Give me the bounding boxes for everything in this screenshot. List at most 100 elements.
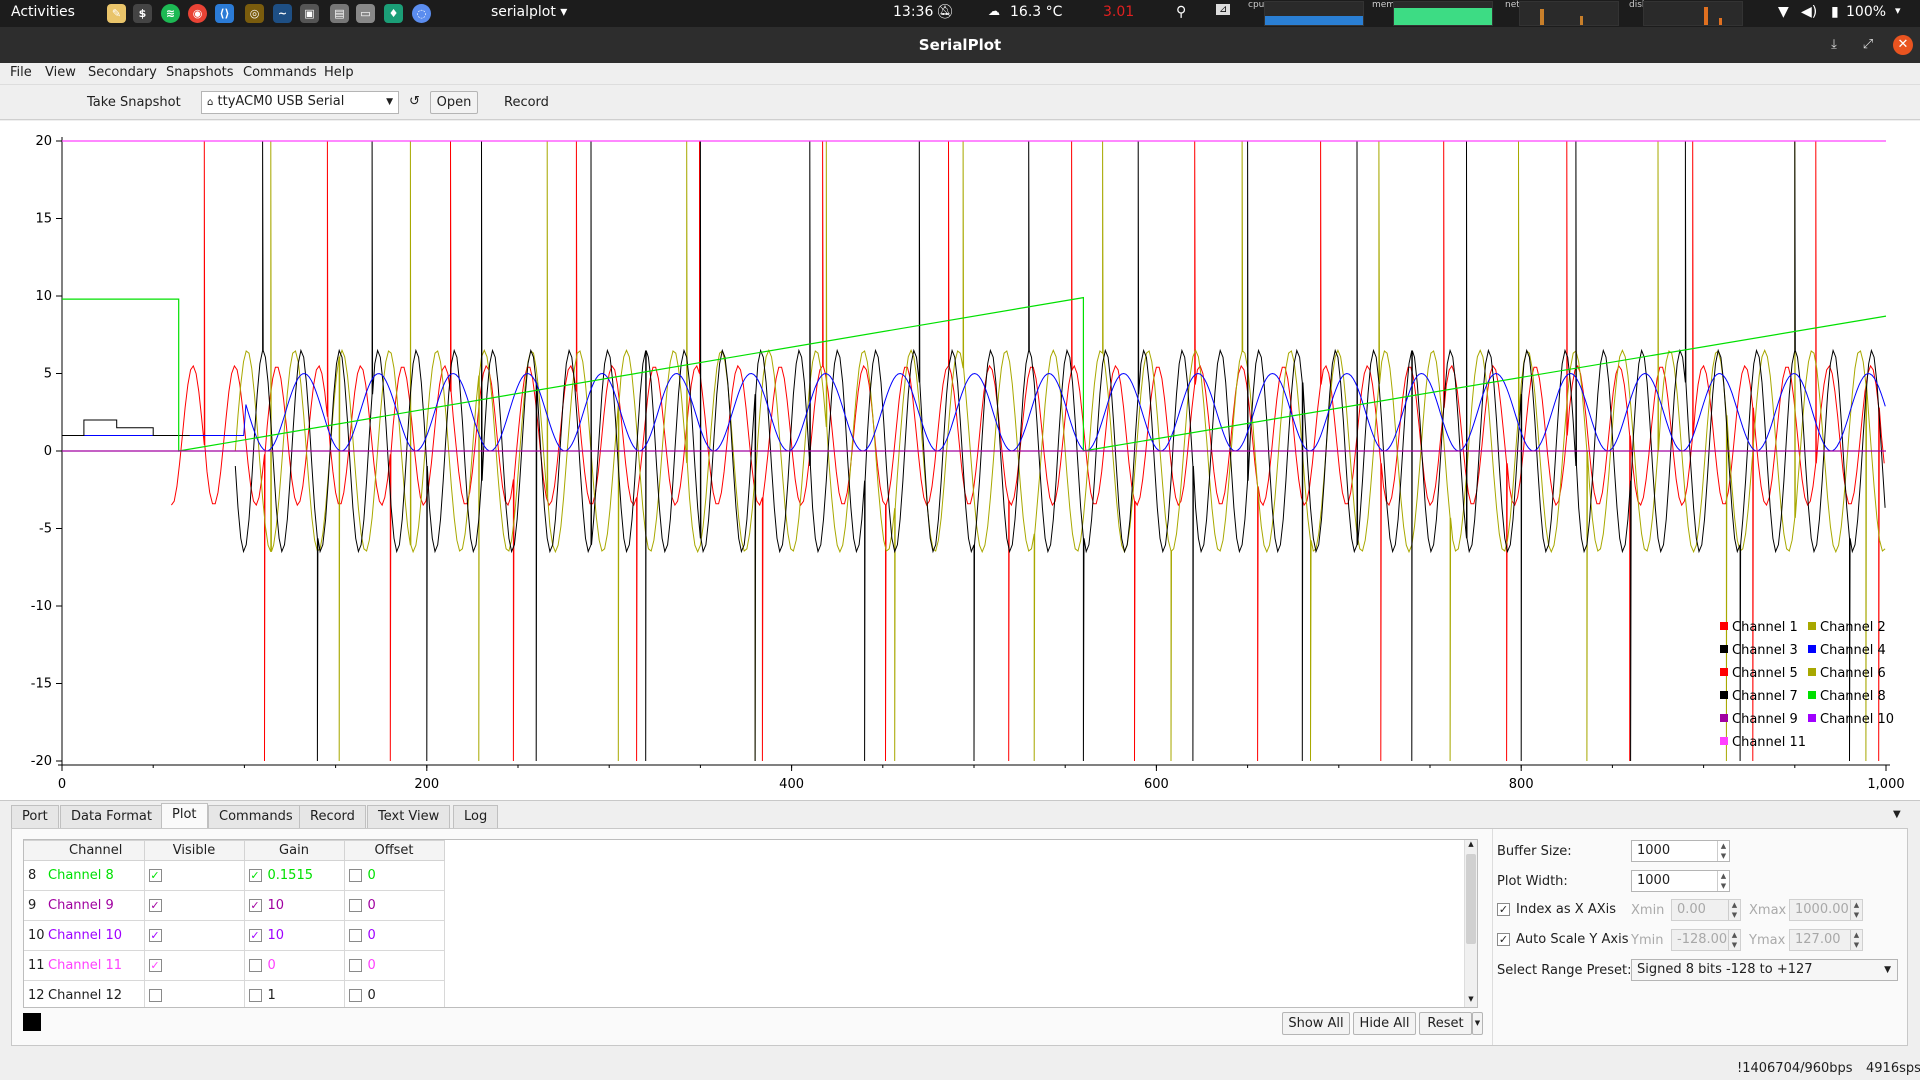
close-icon[interactable]: ✕ bbox=[1893, 35, 1913, 55]
tab-data-format[interactable]: Data Format bbox=[60, 805, 163, 829]
visible-checkbox[interactable]: ✓ bbox=[148, 899, 162, 912]
menu-file[interactable]: File bbox=[10, 65, 32, 80]
tab-port[interactable]: Port bbox=[11, 805, 59, 829]
gain-value[interactable]: 1 bbox=[268, 988, 276, 1003]
table-row[interactable]: 12 Channel 12 1 0 bbox=[24, 980, 445, 1007]
menu-snapshots[interactable]: Snapshots bbox=[166, 65, 234, 80]
tab-plot[interactable]: Plot bbox=[161, 803, 208, 830]
gain-value[interactable]: 0 bbox=[268, 958, 276, 973]
weather[interactable]: 16.3 °C bbox=[1010, 4, 1062, 20]
gain-value[interactable]: 10 bbox=[268, 898, 285, 913]
net-graph[interactable] bbox=[1519, 1, 1619, 26]
open-button[interactable]: Open bbox=[430, 91, 478, 114]
offset-checkbox[interactable] bbox=[348, 959, 362, 972]
vscode-app-icon[interactable]: ⟨⟩ bbox=[215, 4, 234, 23]
tab-record[interactable]: Record bbox=[299, 805, 366, 829]
menu-view[interactable]: View bbox=[45, 65, 76, 80]
app-menu[interactable]: serialplot ▾ bbox=[491, 4, 567, 20]
maximize-icon[interactable]: ⤢ bbox=[1858, 35, 1878, 55]
cpu-graph[interactable] bbox=[1264, 1, 1364, 26]
offset-checkbox[interactable] bbox=[348, 899, 362, 912]
gain-value[interactable]: 0.1515 bbox=[268, 868, 314, 883]
autoscale-y-checkbox[interactable]: ✓ Auto Scale Y Axis bbox=[1497, 932, 1628, 947]
index-x-checkbox[interactable]: ✓ Index as X AXis bbox=[1497, 902, 1616, 917]
header-channel[interactable]: Channel bbox=[69, 843, 123, 858]
tab-commands[interactable]: Commands bbox=[208, 805, 304, 829]
header-offset[interactable]: Offset bbox=[343, 840, 445, 861]
take-snapshot-button[interactable]: Take Snapshot bbox=[87, 95, 181, 110]
scroll-up-icon[interactable]: ▲ bbox=[1465, 840, 1477, 852]
gain-checkbox[interactable]: ✓ bbox=[248, 899, 262, 912]
plot-area[interactable]: 20 15 10 5 0 -5 -10 -15 -20 0 200 400 600 800 1,000 Cha… bbox=[0, 121, 1920, 801]
ymin-input[interactable]: -128.00 ▲ ▼ bbox=[1671, 929, 1741, 951]
gain-value[interactable]: 10 bbox=[268, 928, 285, 943]
table-row[interactable]: 10 Channel 10 ✓ ✓ 10 0 bbox=[24, 920, 445, 951]
wifi-icon[interactable]: ▼ bbox=[1778, 4, 1789, 20]
scrollbar-thumb[interactable] bbox=[1466, 854, 1476, 944]
channel-name[interactable]: Channel 12 bbox=[48, 988, 122, 1003]
channel-name[interactable]: Channel 8 bbox=[48, 868, 114, 883]
scroll-down-icon[interactable]: ▼ bbox=[1465, 995, 1477, 1007]
menu-commands[interactable]: Commands bbox=[243, 65, 317, 80]
gain-checkbox[interactable]: ✓ bbox=[248, 929, 262, 942]
system-menu-chevron-icon[interactable]: ▾ bbox=[1895, 4, 1901, 17]
header-visible[interactable]: Visible bbox=[143, 840, 245, 861]
clock[interactable]: 13:36 bbox=[893, 4, 933, 20]
mem-graph[interactable] bbox=[1393, 1, 1493, 26]
visible-checkbox[interactable]: ✓ bbox=[148, 869, 162, 882]
visible-checkbox[interactable]: ✓ bbox=[148, 959, 162, 972]
monitor-app-icon[interactable]: ▣ bbox=[300, 4, 319, 23]
xmax-input[interactable]: 1000.00 ▲ ▼ bbox=[1789, 899, 1863, 921]
minimize-icon[interactable]: ⤓ bbox=[1824, 35, 1844, 55]
reset-menu-chevron-icon[interactable]: ▼ bbox=[1472, 1012, 1483, 1035]
menu-help[interactable]: Help bbox=[324, 65, 354, 80]
offset-value[interactable]: 0 bbox=[368, 928, 376, 943]
offset-checkbox[interactable] bbox=[348, 929, 362, 942]
offset-value[interactable]: 0 bbox=[368, 958, 376, 973]
port-select[interactable]: ⌂ ttyACM0 USB Serial ▼ bbox=[201, 91, 399, 114]
app-icon[interactable]: ~ bbox=[273, 4, 292, 23]
tab-text-view[interactable]: Text View bbox=[367, 805, 451, 829]
offset-value[interactable]: 0 bbox=[368, 868, 376, 883]
app-icon[interactable]: ♦ bbox=[384, 4, 403, 23]
activities-button[interactable]: Activities bbox=[11, 4, 75, 20]
notes-app-icon[interactable]: ✎ bbox=[107, 4, 126, 23]
buffer-size-input[interactable]: 1000 ▲ ▼ bbox=[1631, 840, 1730, 862]
color-swatch-button[interactable] bbox=[23, 1013, 41, 1031]
visible-checkbox[interactable] bbox=[148, 989, 162, 1002]
ymax-input[interactable]: 127.00 ▲ ▼ bbox=[1789, 929, 1863, 951]
offset-checkbox[interactable] bbox=[348, 869, 362, 882]
offset-value[interactable]: 0 bbox=[368, 988, 376, 1003]
terminal-app-icon[interactable]: $ bbox=[133, 4, 152, 23]
plot-width-input[interactable]: 1000 ▲ ▼ bbox=[1631, 870, 1730, 892]
reset-button[interactable]: Reset bbox=[1419, 1012, 1472, 1035]
battery-icon[interactable]: ▮ bbox=[1831, 4, 1839, 20]
battery-percent[interactable]: 100% bbox=[1846, 4, 1886, 20]
chat-app-icon[interactable]: ◌ bbox=[412, 4, 431, 23]
range-preset-select[interactable]: Signed 8 bits -128 to +127 ▼ bbox=[1631, 959, 1898, 981]
table-row[interactable]: 11 Channel 11 ✓ 0 0 bbox=[24, 950, 445, 981]
offset-checkbox[interactable] bbox=[348, 989, 362, 1002]
files-app-icon[interactable]: ▭ bbox=[356, 4, 375, 23]
offset-value[interactable]: 0 bbox=[368, 898, 376, 913]
hide-all-button[interactable]: Hide All bbox=[1353, 1012, 1416, 1035]
image-app-icon[interactable]: ▤ bbox=[330, 4, 349, 23]
disk-graph[interactable] bbox=[1643, 1, 1743, 26]
gain-checkbox[interactable] bbox=[248, 989, 262, 1002]
gain-checkbox[interactable] bbox=[248, 959, 262, 972]
menu-secondary[interactable]: Secondary bbox=[88, 65, 157, 80]
app-icon[interactable]: ◎ bbox=[245, 4, 264, 23]
channel-name[interactable]: Channel 9 bbox=[48, 898, 114, 913]
tab-log[interactable]: Log bbox=[453, 805, 499, 829]
volume-icon[interactable]: ◀) bbox=[1801, 4, 1817, 20]
chrome-app-icon[interactable]: ◉ bbox=[188, 4, 207, 23]
table-scrollbar[interactable]: ▲ ▼ bbox=[1464, 840, 1477, 1007]
header-gain[interactable]: Gain bbox=[243, 840, 345, 861]
spotify-app-icon[interactable]: ≋ bbox=[161, 4, 180, 23]
channel-name[interactable]: Channel 10 bbox=[48, 928, 122, 943]
channel-name[interactable]: Channel 11 bbox=[48, 958, 122, 973]
refresh-ports-icon[interactable]: ↺ bbox=[409, 94, 420, 109]
record-button[interactable]: Record bbox=[504, 95, 549, 110]
line-chart[interactable]: 20 15 10 5 0 -5 -10 -15 -20 0 200 400 600 800 1,000 Cha… bbox=[0, 121, 1920, 801]
gain-checkbox[interactable]: ✓ bbox=[248, 869, 262, 882]
